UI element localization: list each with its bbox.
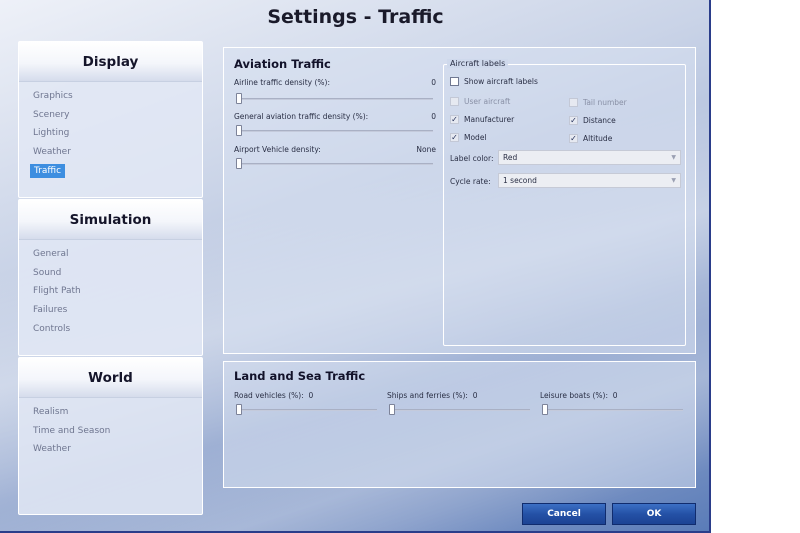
altitude-checkbox[interactable]: ✓ Altitude bbox=[569, 134, 612, 143]
ga-density-value: 0 bbox=[431, 112, 436, 121]
sidebar-group-display: Display Graphics Scenery Lighting Weathe… bbox=[18, 41, 203, 198]
model-checkbox[interactable]: ✓ Model bbox=[450, 133, 487, 142]
tail-number-checkbox[interactable]: Tail number bbox=[569, 98, 627, 107]
sidebar-item-general[interactable]: General bbox=[33, 245, 202, 264]
altitude-box: ✓ bbox=[569, 133, 578, 143]
airline-density-slider[interactable] bbox=[236, 93, 242, 104]
aviation-traffic-panel: Aviation Traffic Airline traffic density… bbox=[223, 47, 696, 354]
ships-ferries-slider[interactable] bbox=[389, 404, 395, 415]
label-color-dropdown[interactable]: Red ▼ bbox=[498, 150, 681, 165]
user-aircraft-checkbox[interactable]: User aircraft bbox=[450, 97, 510, 106]
sidebar-item-scenery[interactable]: Scenery bbox=[33, 106, 202, 125]
sidebar-item-weather[interactable]: Weather bbox=[33, 143, 202, 162]
sidebar-item-lighting[interactable]: Lighting bbox=[33, 124, 202, 143]
sidebar-header-world[interactable]: World bbox=[19, 358, 202, 398]
ships-ferries-label: Ships and ferries (%): 0 bbox=[387, 391, 478, 400]
leisure-boats-track bbox=[542, 409, 683, 411]
road-vehicles-label: Road vehicles (%): 0 bbox=[234, 391, 314, 400]
land-sea-traffic-panel: Land and Sea Traffic Road vehicles (%): … bbox=[223, 361, 696, 488]
road-vehicles-track bbox=[236, 409, 377, 411]
cancel-button[interactable]: Cancel bbox=[522, 503, 606, 525]
road-vehicles-value: 0 bbox=[308, 391, 314, 400]
ships-ferries-value: 0 bbox=[472, 391, 478, 400]
sidebar-item-flight-path[interactable]: Flight Path bbox=[33, 282, 202, 301]
airport-vehicle-density-label: Airport Vehicle density: bbox=[234, 145, 321, 154]
sidebar-item-graphics[interactable]: Graphics bbox=[33, 87, 202, 106]
sidebar-header-display[interactable]: Display bbox=[19, 42, 202, 82]
manufacturer-checkbox[interactable]: ✓ Manufacturer bbox=[450, 115, 514, 124]
sidebar-item-sound[interactable]: Sound bbox=[33, 264, 202, 283]
sidebar-header-simulation[interactable]: Simulation bbox=[19, 200, 202, 240]
aviation-traffic-title: Aviation Traffic bbox=[234, 57, 331, 71]
airport-vehicle-density-value: None bbox=[416, 145, 436, 154]
sidebar-item-world-weather[interactable]: Weather bbox=[33, 440, 202, 459]
distance-box: ✓ bbox=[569, 115, 578, 125]
manufacturer-box: ✓ bbox=[450, 114, 459, 124]
window-title: Settings - Traffic bbox=[267, 6, 444, 28]
chevron-down-icon: ▼ bbox=[671, 177, 676, 184]
sidebar-item-realism[interactable]: Realism bbox=[33, 403, 202, 422]
cycle-rate-label: Cycle rate: bbox=[450, 177, 491, 186]
sidebar-group-world: World Realism Time and Season Weather bbox=[18, 357, 203, 515]
chevron-down-icon: ▼ bbox=[671, 154, 676, 161]
sidebar-group-simulation: Simulation General Sound Flight Path Fai… bbox=[18, 199, 203, 356]
aircraft-labels-legend: Aircraft labels bbox=[447, 59, 509, 68]
road-vehicles-slider[interactable] bbox=[236, 404, 242, 415]
label-color-label: Label color: bbox=[450, 154, 494, 163]
show-aircraft-labels-checkbox[interactable]: Show aircraft labels bbox=[450, 77, 538, 86]
ships-ferries-track bbox=[389, 409, 530, 411]
sidebar-item-time-and-season[interactable]: Time and Season bbox=[33, 422, 202, 441]
airport-vehicle-density-track bbox=[236, 163, 433, 165]
settings-window: Settings - Traffic Display Graphics Scen… bbox=[0, 0, 711, 533]
ok-button[interactable]: OK bbox=[612, 503, 696, 525]
cycle-rate-dropdown[interactable]: 1 second ▼ bbox=[498, 173, 681, 188]
user-aircraft-box bbox=[450, 97, 459, 106]
airline-density-label: Airline traffic density (%): bbox=[234, 78, 330, 87]
distance-checkbox[interactable]: ✓ Distance bbox=[569, 116, 616, 125]
sidebar-item-controls[interactable]: Controls bbox=[33, 320, 202, 339]
ga-density-label: General aviation traffic density (%): bbox=[234, 112, 369, 121]
ga-density-track bbox=[236, 130, 433, 132]
airline-density-track bbox=[236, 98, 433, 100]
tail-number-box bbox=[569, 98, 578, 107]
show-aircraft-labels-box bbox=[450, 77, 459, 86]
land-sea-traffic-title: Land and Sea Traffic bbox=[234, 369, 366, 383]
airport-vehicle-density-slider[interactable] bbox=[236, 158, 242, 169]
ga-density-slider[interactable] bbox=[236, 125, 242, 136]
model-box: ✓ bbox=[450, 132, 459, 142]
sidebar-item-traffic[interactable]: Traffic bbox=[30, 162, 202, 181]
aircraft-labels-group: Aircraft labels Show aircraft labels Use… bbox=[443, 59, 686, 346]
leisure-boats-slider[interactable] bbox=[542, 404, 548, 415]
airline-density-value: 0 bbox=[431, 78, 436, 87]
sidebar-item-failures[interactable]: Failures bbox=[33, 301, 202, 320]
leisure-boats-label: Leisure boats (%): 0 bbox=[540, 391, 618, 400]
leisure-boats-value: 0 bbox=[612, 391, 618, 400]
